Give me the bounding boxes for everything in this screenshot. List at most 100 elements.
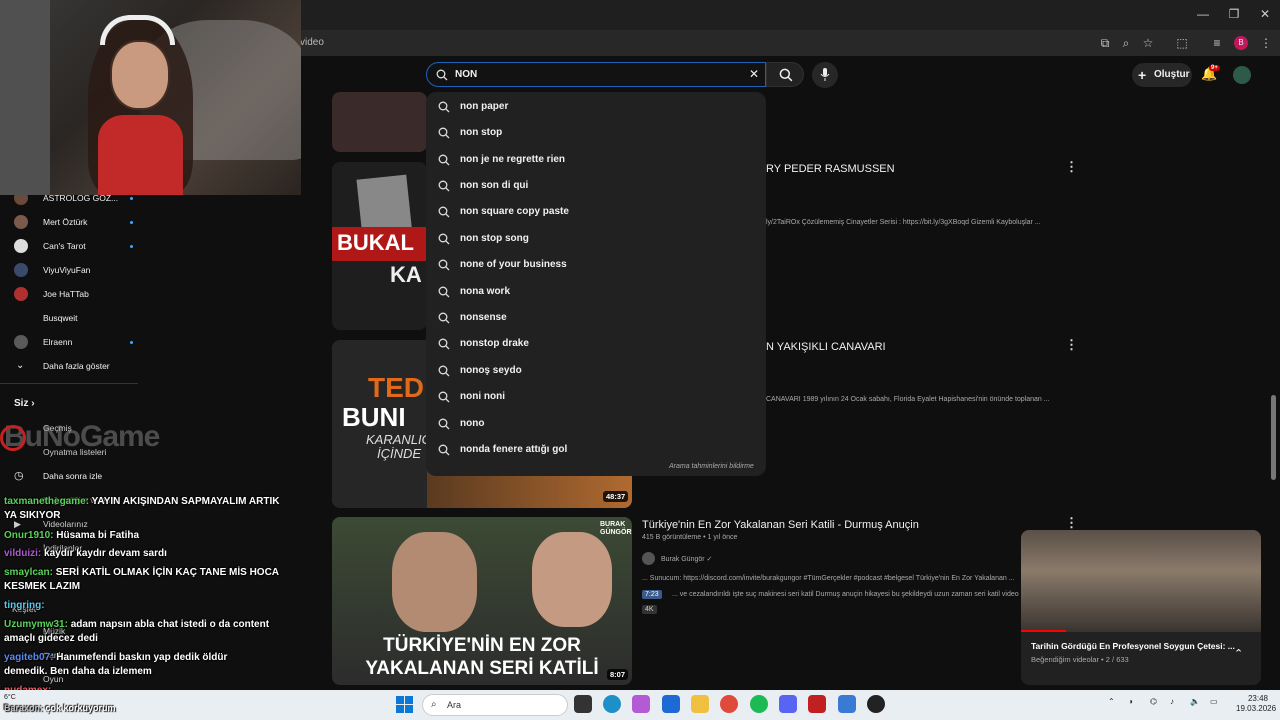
mini-player[interactable]: Tarihin Gördüğü En Profesyonel Soygun Çe… — [1021, 530, 1261, 685]
chrome-icon[interactable] — [720, 695, 738, 713]
thumbnail-text: BUNI — [342, 402, 406, 432]
search-icon — [438, 338, 450, 350]
discord-icon[interactable] — [779, 695, 797, 713]
suggestion-label: non square copy paste — [460, 206, 569, 217]
browser-menu-icon[interactable]: ⋮ — [1257, 34, 1275, 52]
task-view-icon[interactable] — [574, 695, 592, 713]
search-button[interactable] — [766, 62, 804, 87]
sidebar-item-viyuviyufan[interactable]: ViyuViyuFan — [14, 259, 90, 281]
account-avatar[interactable] — [1233, 66, 1251, 84]
suggestion-item[interactable]: non stop song — [426, 226, 766, 252]
sidebar-item-joe-hattab[interactable]: Joe HaTTab — [14, 283, 89, 305]
report-predictions-link[interactable]: Arama tahminlerini bildirme — [669, 463, 754, 470]
mini-player-progress[interactable] — [1021, 630, 1066, 632]
microphone-tray-icon[interactable]: ♪ — [1170, 697, 1174, 706]
copilot-icon[interactable] — [632, 695, 650, 713]
taskbar-search-label: Ara — [447, 700, 462, 710]
sidebar-item-watch-later[interactable]: ◷ Daha sonra izle — [14, 465, 102, 487]
chapter-timestamp[interactable]: 7:23 — [642, 590, 662, 599]
minimize-icon[interactable]: — — [1195, 6, 1211, 22]
sidebar-item-cans-tarot[interactable]: Can's Tarot — [14, 235, 133, 257]
suggestion-item[interactable]: non stop — [426, 120, 766, 146]
battery-icon[interactable]: ▭ — [1210, 697, 1218, 706]
more-options-icon[interactable]: ⋮ — [1065, 515, 1078, 531]
spotify-icon[interactable] — [750, 695, 768, 713]
volume-icon[interactable]: 🔈 — [1190, 697, 1200, 706]
suggestion-item[interactable]: nona work — [426, 279, 766, 305]
show-more-button[interactable]: ⌄ Daha fazla göster — [14, 355, 110, 377]
weather-widget[interactable]: 6°C — [4, 694, 16, 702]
sidebar-item-busqweit[interactable]: Busqweit — [14, 307, 78, 329]
app-icon[interactable] — [838, 695, 856, 713]
page-scrollbar[interactable] — [1271, 395, 1276, 480]
search-input[interactable]: NON ✕ — [426, 62, 766, 87]
tray-app-icon[interactable]: ◑ — [1128, 697, 1133, 706]
create-button[interactable]: + Oluştur — [1132, 63, 1192, 87]
search-icon — [779, 68, 793, 82]
zoom-icon[interactable]: ⌕ — [1117, 34, 1135, 52]
close-window-icon[interactable]: ✕ — [1257, 6, 1273, 22]
edge-icon[interactable] — [603, 695, 621, 713]
channel-name[interactable]: Burak Güngör ✓ — [661, 555, 712, 563]
video-title[interactable]: Türkiye'nin En Zor Yakalanan Seri Katili… — [642, 519, 919, 531]
file-explorer-icon[interactable] — [691, 695, 709, 713]
obs-icon[interactable] — [867, 695, 885, 713]
video-thumbnail[interactable]: BUKAL KA — [332, 162, 427, 330]
chat-message: YA SIKIYOR — [4, 510, 61, 521]
search-icon — [438, 365, 450, 377]
mini-player-video[interactable] — [1021, 530, 1261, 632]
windows-start-icon[interactable] — [396, 696, 413, 713]
address-text[interactable]: video — [300, 37, 324, 48]
suggestion-label: non paper — [460, 101, 509, 112]
channel-avatar[interactable] — [642, 552, 655, 565]
app-icon[interactable] — [808, 695, 826, 713]
extensions-icon[interactable]: ⬚ — [1173, 34, 1191, 52]
search-icon — [438, 233, 450, 245]
suggestion-item[interactable]: non je ne regrette rien — [426, 147, 766, 173]
chevron-up-icon[interactable]: ⌃ — [1234, 647, 1243, 660]
thumbnail-text: TÜRKİYE'NİN EN ZOR — [383, 635, 581, 656]
thumbnail-brand: BURAK GÜNGÖR — [600, 521, 632, 536]
suggestion-item[interactable]: nonoş seydo — [426, 358, 766, 384]
maximize-icon[interactable]: ❐ — [1226, 6, 1242, 22]
voice-search-button[interactable] — [812, 62, 838, 88]
suggestion-item[interactable]: noni noni — [426, 384, 766, 410]
mini-player-title[interactable]: Tarihin Gördüğü En Profesyonel Soygun Çe… — [1031, 641, 1235, 651]
search-query[interactable]: NON — [455, 69, 477, 80]
suggestion-item[interactable]: non square copy paste — [426, 199, 766, 225]
suggestion-item[interactable]: nonstop drake — [426, 331, 766, 357]
suggestion-label: nonda fenere attığı gol — [460, 444, 568, 455]
bookmark-star-icon[interactable]: ☆ — [1139, 34, 1157, 52]
video-title[interactable]: N YAKIŞIKLI CANAVARI — [766, 341, 886, 353]
sidebar-item-elraenn[interactable]: Elraenn — [14, 331, 133, 353]
you-section-title[interactable]: Siz › — [14, 398, 35, 409]
tray-chevron-icon[interactable]: ⌃ — [1108, 697, 1115, 706]
suggestion-item[interactable]: non paper — [426, 94, 766, 120]
clear-search-icon[interactable]: ✕ — [749, 67, 759, 81]
mini-player-playlist: Beğendiğim videolar • 2 / 633 — [1031, 655, 1129, 664]
store-icon[interactable] — [662, 695, 680, 713]
suggestion-item[interactable]: nonda fenere attığı gol — [426, 437, 766, 463]
clock[interactable]: 23:48 19.03.2026 — [1236, 694, 1276, 714]
media-control-icon[interactable]: ≡ — [1208, 34, 1226, 52]
profile-avatar[interactable]: B — [1234, 36, 1248, 50]
video-thumbnail[interactable]: BURAK GÜNGÖR TÜRKİYE'NİN EN ZOR YAKALANA… — [332, 517, 632, 685]
suggestion-item[interactable]: nonsense — [426, 305, 766, 331]
network-icon[interactable]: ⌬ — [1150, 697, 1157, 706]
install-app-icon[interactable]: ⧉ — [1096, 34, 1114, 52]
playlist-name: Beğendiğim videolar — [1031, 655, 1099, 664]
suggestion-label: nonsense — [460, 312, 507, 323]
video-title[interactable]: RY PEDER RASMUSSEN — [766, 163, 895, 175]
chat-text: YA SIKIYOR — [4, 510, 61, 521]
suggestion-item[interactable]: non son di qui — [426, 173, 766, 199]
chat-text: Hanımefendi baskın yap dedik öldür — [56, 652, 228, 663]
chat-message: Onur1910: Hüsama bi Fatiha — [4, 530, 139, 541]
more-options-icon[interactable]: ⋮ — [1065, 159, 1078, 175]
suggestion-item[interactable]: nono — [426, 411, 766, 437]
video-thumbnail[interactable] — [332, 92, 427, 152]
more-options-icon[interactable]: ⋮ — [1065, 337, 1078, 353]
suggestion-item[interactable]: none of your business — [426, 252, 766, 278]
sidebar-item-mert[interactable]: Mert Öztürk — [14, 211, 133, 233]
live-dot — [130, 341, 133, 344]
taskbar-search[interactable]: ⌕ Ara — [422, 694, 568, 716]
